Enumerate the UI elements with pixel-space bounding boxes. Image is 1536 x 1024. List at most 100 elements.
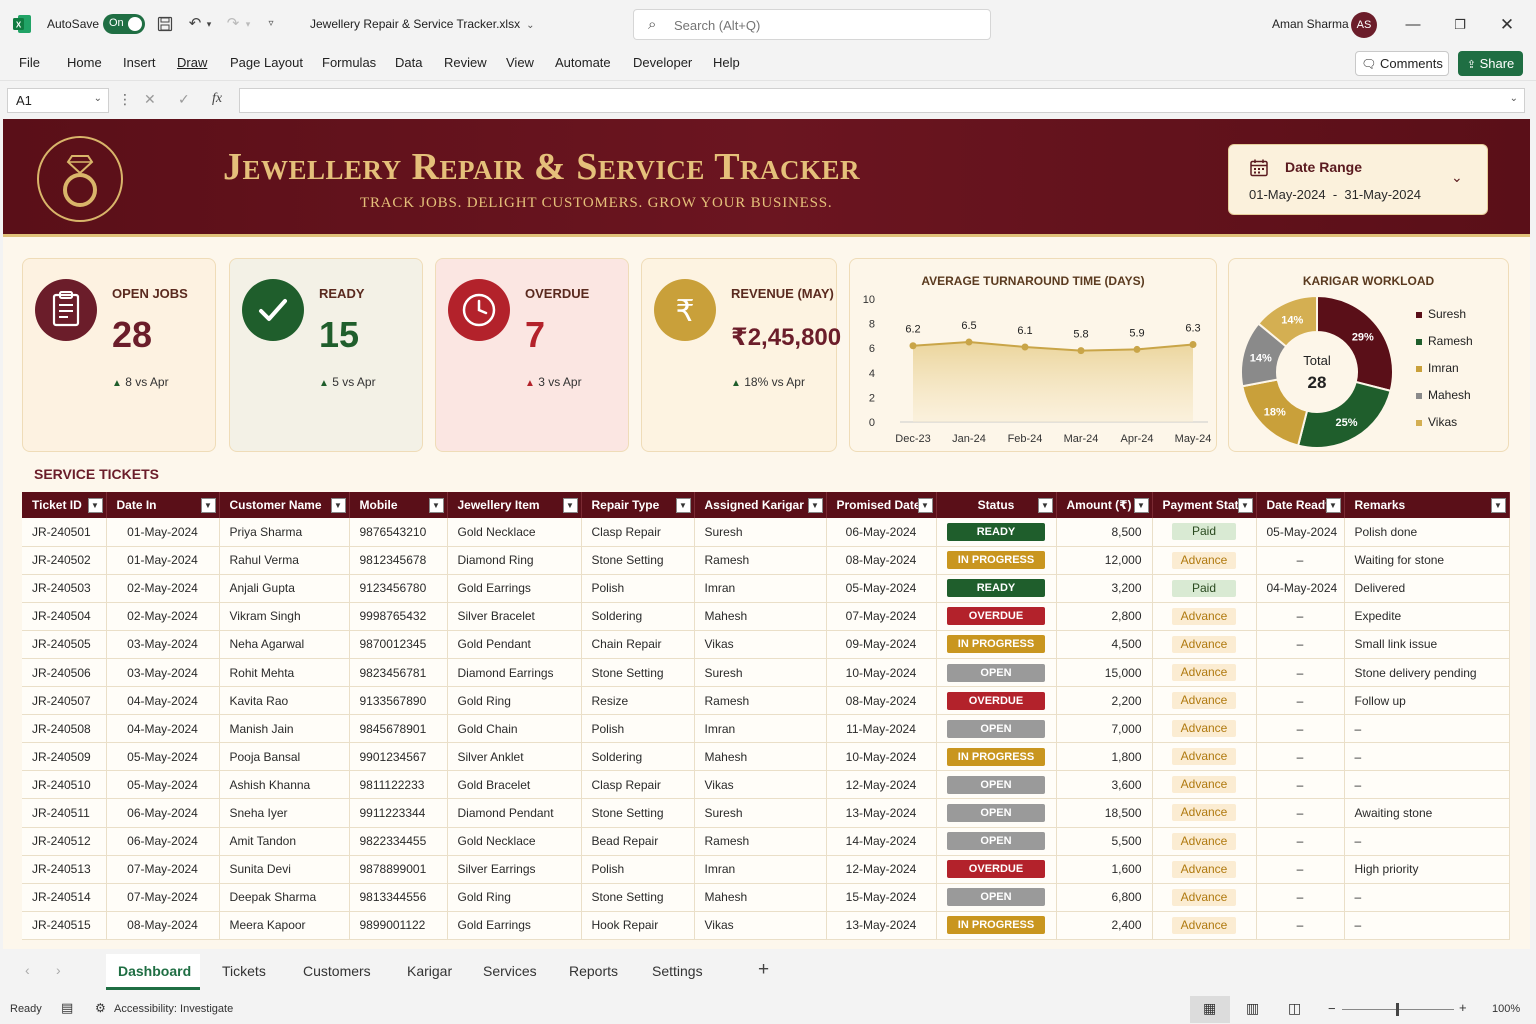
- table-cell[interactable]: 04-May-2024: [1256, 574, 1345, 603]
- chevron-down-icon[interactable]: ⌄: [1451, 169, 1463, 186]
- autosave-toggle[interactable]: On: [103, 14, 145, 34]
- column-header[interactable]: Promised Date ▼: [826, 492, 937, 518]
- more-options-icon[interactable]: ⋮: [118, 91, 132, 108]
- table-cell[interactable]: Polish: [581, 714, 695, 744]
- table-cell[interactable]: Priya Sharma: [219, 518, 350, 547]
- tab-services[interactable]: Services: [483, 963, 537, 979]
- table-cell[interactable]: Advance: [1152, 855, 1257, 884]
- zoom-slider-thumb[interactable]: [1396, 1003, 1399, 1016]
- table-cell[interactable]: Deepak Sharma: [219, 883, 350, 912]
- table-cell[interactable]: IN PROGRESS: [936, 742, 1057, 772]
- table-cell[interactable]: Paid: [1152, 574, 1257, 603]
- table-cell[interactable]: 13-May-2024: [826, 911, 937, 940]
- menu-developer[interactable]: Developer: [633, 55, 692, 70]
- table-cell[interactable]: JR-240514: [22, 883, 107, 912]
- table-cell[interactable]: –: [1344, 742, 1510, 772]
- table-cell[interactable]: 4,500: [1056, 630, 1153, 659]
- table-row[interactable]: JR-240513 07-May-2024 Sunita Devi 987889900…: [22, 855, 1510, 884]
- table-cell[interactable]: 2,400: [1056, 911, 1153, 940]
- expand-formula-icon[interactable]: ⌄: [1510, 93, 1518, 104]
- accessibility-icon[interactable]: ⚙: [95, 1001, 106, 1015]
- table-cell[interactable]: 1,800: [1056, 742, 1153, 772]
- table-cell[interactable]: –: [1256, 855, 1345, 884]
- table-cell[interactable]: JR-240507: [22, 686, 107, 716]
- table-cell[interactable]: IN PROGRESS: [936, 546, 1057, 575]
- table-cell[interactable]: Suresh: [694, 798, 827, 828]
- table-cell[interactable]: 2,200: [1056, 686, 1153, 716]
- filter-dropdown-icon[interactable]: ▼: [1490, 498, 1506, 513]
- filter-dropdown-icon[interactable]: ▼: [1237, 498, 1253, 513]
- table-cell[interactable]: 6,800: [1056, 883, 1153, 912]
- save-icon[interactable]: [155, 14, 175, 34]
- table-cell[interactable]: Stone Setting: [581, 798, 695, 828]
- table-cell[interactable]: Polish: [581, 574, 695, 603]
- table-cell[interactable]: 9870012345: [349, 630, 448, 659]
- zoom-in-icon[interactable]: +: [1459, 1000, 1467, 1015]
- table-cell[interactable]: Follow up: [1344, 686, 1510, 716]
- filter-dropdown-icon[interactable]: ▼: [562, 498, 578, 513]
- table-cell[interactable]: Advance: [1152, 630, 1257, 659]
- filter-dropdown-icon[interactable]: ▼: [675, 498, 691, 513]
- table-cell[interactable]: Expedite: [1344, 602, 1510, 631]
- menu-file[interactable]: File: [19, 55, 40, 70]
- table-cell[interactable]: Mahesh: [694, 602, 827, 631]
- column-header[interactable]: Remarks ▼: [1344, 492, 1510, 518]
- filter-dropdown-icon[interactable]: ▼: [807, 498, 823, 513]
- column-header[interactable]: Jewellery Item ▼: [447, 492, 582, 518]
- table-cell[interactable]: 9123456780: [349, 574, 448, 603]
- menu-formulas[interactable]: Formulas: [322, 55, 376, 70]
- table-row[interactable]: JR-240501 01-May-2024 Priya Sharma 98765432…: [22, 518, 1510, 547]
- table-cell[interactable]: –: [1256, 602, 1345, 631]
- table-row[interactable]: JR-240503 02-May-2024 Anjali Gupta 91234567…: [22, 574, 1510, 603]
- search-box[interactable]: ⌕: [633, 9, 991, 40]
- page-layout-icon[interactable]: ▥: [1246, 1000, 1259, 1017]
- table-cell[interactable]: Imran: [694, 714, 827, 744]
- table-cell[interactable]: Diamond Earrings: [447, 658, 582, 688]
- table-cell[interactable]: OPEN: [936, 714, 1057, 744]
- table-cell[interactable]: JR-240501: [22, 518, 107, 547]
- table-cell[interactable]: Gold Earrings: [447, 911, 582, 940]
- table-cell[interactable]: Resize: [581, 686, 695, 716]
- table-cell[interactable]: 10-May-2024: [826, 742, 937, 772]
- minimize-icon[interactable]: —: [1400, 12, 1426, 38]
- table-cell[interactable]: 07-May-2024: [106, 855, 220, 884]
- table-row[interactable]: JR-240514 07-May-2024 Deepak Sharma 9813344…: [22, 883, 1510, 912]
- table-cell[interactable]: –: [1256, 911, 1345, 940]
- table-cell[interactable]: 3,200: [1056, 574, 1153, 603]
- filter-dropdown-icon[interactable]: ▼: [87, 498, 103, 513]
- redo-icon[interactable]: ↷: [223, 14, 243, 34]
- table-cell[interactable]: 02-May-2024: [106, 574, 220, 603]
- redo-dropdown-icon[interactable]: ▾: [243, 14, 253, 34]
- table-cell[interactable]: Suresh: [694, 658, 827, 688]
- table-cell[interactable]: 06-May-2024: [106, 798, 220, 828]
- table-cell[interactable]: Stone Setting: [581, 546, 695, 575]
- menu-insert[interactable]: Insert: [123, 55, 156, 70]
- table-cell[interactable]: 5,500: [1056, 827, 1153, 856]
- enter-icon[interactable]: ✓: [178, 91, 190, 108]
- undo-dropdown-icon[interactable]: ▾: [204, 14, 214, 34]
- table-cell[interactable]: 06-May-2024: [826, 518, 937, 547]
- table-row[interactable]: JR-240502 01-May-2024 Rahul Verma 981234567…: [22, 546, 1510, 575]
- column-header[interactable]: Date Ready ▼: [1256, 492, 1345, 518]
- table-cell[interactable]: –: [1344, 911, 1510, 940]
- column-header[interactable]: Assigned Karigar ▼: [694, 492, 827, 518]
- table-cell[interactable]: Stone Setting: [581, 883, 695, 912]
- table-cell[interactable]: JR-240505: [22, 630, 107, 659]
- table-row[interactable]: JR-240508 04-May-2024 Manish Jain 984567890…: [22, 714, 1510, 744]
- table-cell[interactable]: 03-May-2024: [106, 630, 220, 659]
- table-cell[interactable]: JR-240515: [22, 911, 107, 940]
- table-cell[interactable]: 9812345678: [349, 546, 448, 575]
- date-range-picker[interactable]: Date Range 01-May-2024 - 31-May-2024 ⌄: [1228, 144, 1488, 215]
- table-cell[interactable]: Paid: [1152, 518, 1257, 547]
- table-cell[interactable]: Clasp Repair: [581, 770, 695, 800]
- table-cell[interactable]: Kavita Rao: [219, 686, 350, 716]
- table-cell[interactable]: Suresh: [694, 518, 827, 547]
- table-cell[interactable]: Vikas: [694, 911, 827, 940]
- zoom-out-icon[interactable]: −: [1328, 1001, 1336, 1016]
- table-cell[interactable]: 9133567890: [349, 686, 448, 716]
- table-cell[interactable]: OVERDUE: [936, 855, 1057, 884]
- table-cell[interactable]: Ashish Khanna: [219, 770, 350, 800]
- table-cell[interactable]: Sneha Iyer: [219, 798, 350, 828]
- zoom-level[interactable]: 100%: [1492, 1003, 1520, 1015]
- table-cell[interactable]: 01-May-2024: [106, 546, 220, 575]
